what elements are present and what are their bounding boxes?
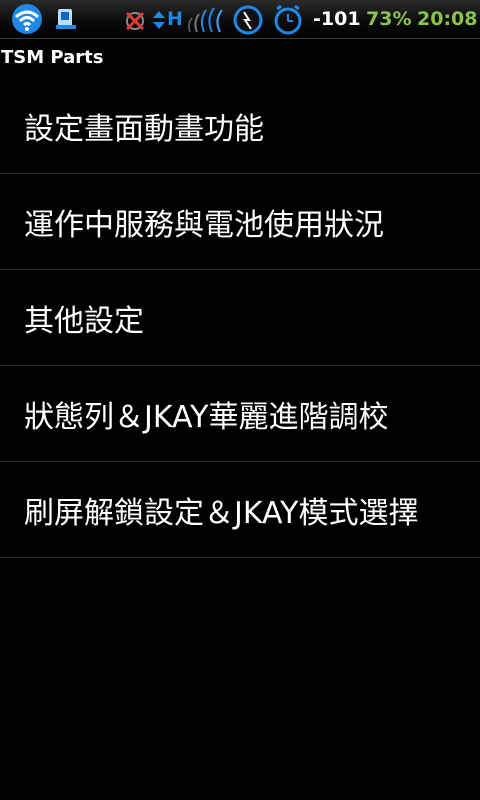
alarm-icon bbox=[274, 4, 302, 35]
menu-item-animation-settings[interactable]: 設定畫面動畫功能 bbox=[0, 78, 480, 174]
menu-item-label: 狀態列＆JKAY華麗進階調校 bbox=[24, 399, 389, 435]
data-arrows-icon bbox=[153, 11, 165, 29]
menu-item-label: 刷屏解鎖設定＆JKAY模式選擇 bbox=[24, 495, 419, 531]
menu-item-lockscreen-mode[interactable]: 刷屏解鎖設定＆JKAY模式選擇 bbox=[0, 462, 480, 558]
menu-item-running-services-battery[interactable]: 運作中服務與電池使用狀況 bbox=[0, 174, 480, 270]
signal-waves-icon bbox=[187, 7, 223, 33]
wifi-icon bbox=[12, 4, 42, 34]
status-bar: H -101 73% 20:08 bbox=[0, 0, 480, 39]
title-bar: TSM Parts bbox=[0, 39, 480, 75]
charging-icon bbox=[233, 5, 263, 35]
menu-item-label: 設定畫面動畫功能 bbox=[24, 111, 264, 147]
hspa-icon: H bbox=[167, 8, 183, 30]
signal-strength-text: -101 bbox=[313, 8, 361, 30]
app-title: TSM Parts bbox=[1, 47, 104, 68]
battery-level-text: 73% bbox=[366, 8, 412, 30]
menu-item-label: 其他設定 bbox=[24, 303, 144, 339]
menu-item-label: 運作中服務與電池使用狀況 bbox=[24, 207, 384, 243]
clock: 20:08 bbox=[417, 8, 478, 30]
menu-item-statusbar-tuning[interactable]: 狀態列＆JKAY華麗進階調校 bbox=[0, 366, 480, 462]
settings-menu: 設定畫面動畫功能 運作中服務與電池使用狀況 其他設定 狀態列＆JKAY華麗進階調… bbox=[0, 78, 480, 558]
menu-item-other-settings[interactable]: 其他設定 bbox=[0, 270, 480, 366]
sync-off-icon bbox=[125, 11, 145, 31]
usb-icon bbox=[56, 9, 76, 29]
